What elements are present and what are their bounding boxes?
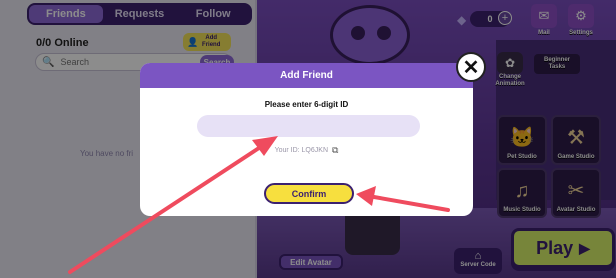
close-icon: ✕ [462,56,480,79]
your-id-text: Your ID: LQ6JKN [274,147,328,154]
your-id-row: Your ID: LQ6JKN ⧉ [140,145,473,156]
dialog-prompt: Please enter 6-digit ID [264,100,349,109]
close-dialog-button[interactable]: ✕ [456,52,486,82]
dialog-title: Add Friend [140,63,473,88]
confirm-label: Confirm [291,188,327,199]
friend-id-input[interactable] [197,115,420,137]
add-friend-dialog: Add Friend Please enter 6-digit ID Your … [140,63,473,216]
copy-icon[interactable]: ⧉ [332,145,338,156]
confirm-button[interactable]: Confirm [264,183,354,204]
